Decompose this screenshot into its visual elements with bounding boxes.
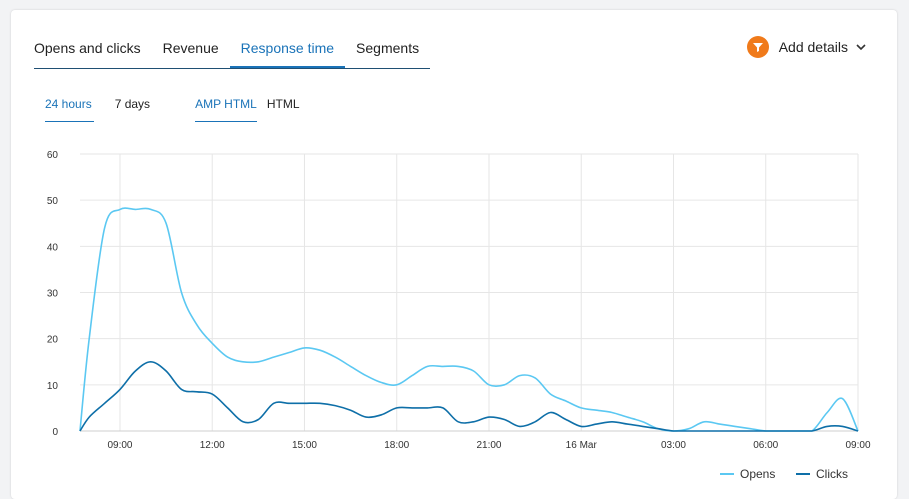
x-tick-label: 06:00	[753, 440, 778, 451]
x-tick-label: 03:00	[661, 440, 686, 451]
series-line-clicks	[79, 360, 859, 432]
y-tick-label: 40	[47, 242, 59, 253]
y-tick-label: 0	[52, 427, 58, 438]
x-tick-label: 15:00	[292, 440, 317, 451]
response-time-chart: 0 10 20 30 40 50 60 09:00 12:00 15:00 18:00 21:00 16…	[47, 150, 871, 481]
legend-label-clicks: Clicks	[816, 467, 848, 481]
x-tick-label: 18:00	[384, 440, 409, 451]
y-tick-label: 10	[47, 381, 59, 392]
legend-label-opens: Opens	[740, 467, 775, 481]
x-tick-label: 16 Mar	[566, 440, 598, 451]
y-tick-label: 30	[47, 289, 59, 300]
y-tick-label: 50	[47, 196, 59, 207]
x-tick-label: 09:00	[107, 440, 132, 451]
x-tick-label: 09:00	[845, 440, 870, 451]
series-line-opens	[79, 207, 859, 432]
x-tick-label: 21:00	[476, 440, 501, 451]
y-tick-label: 20	[47, 335, 59, 346]
y-tick-label: 60	[47, 150, 59, 161]
x-tick-label: 12:00	[200, 440, 225, 451]
